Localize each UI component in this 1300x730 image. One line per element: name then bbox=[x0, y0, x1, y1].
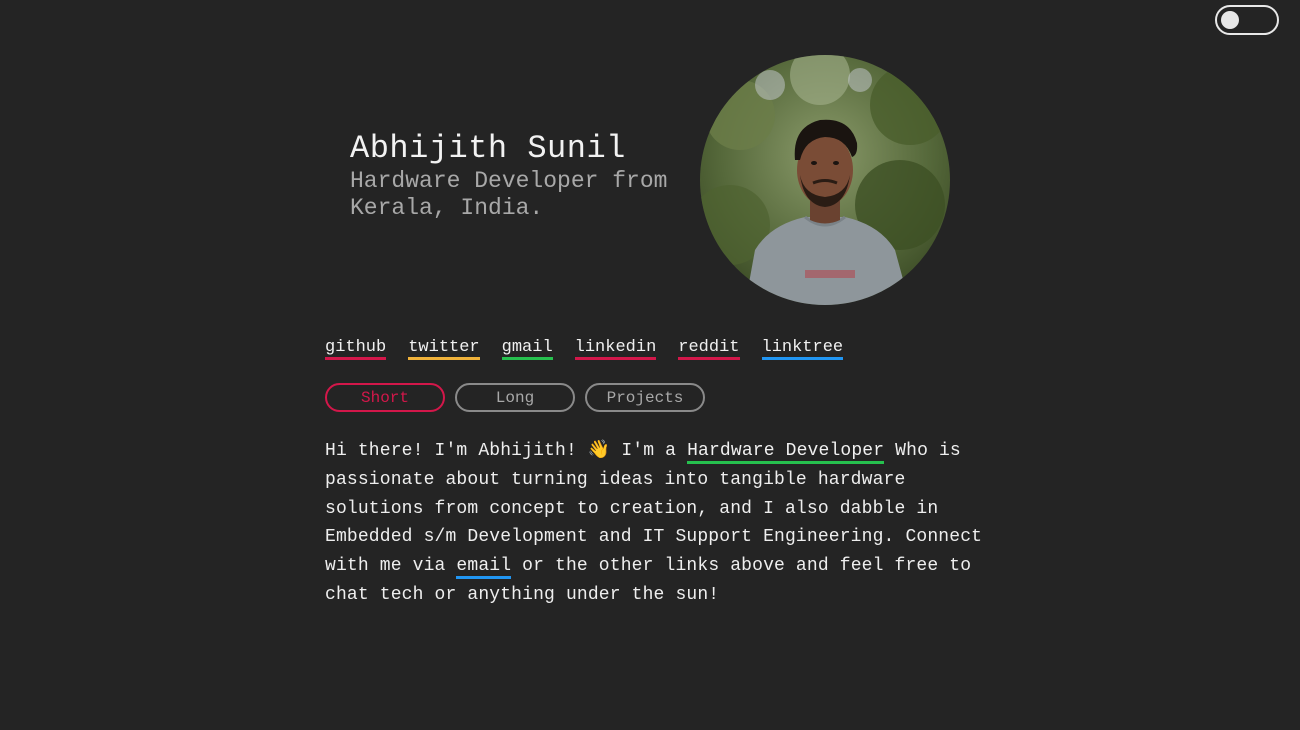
link-gmail[interactable]: gmail bbox=[501, 338, 553, 360]
hardware-developer-link[interactable]: Hardware Developer bbox=[687, 441, 885, 464]
toggle-knob-icon bbox=[1221, 11, 1239, 29]
profile-subtitle: Hardware Developer from Kerala, India. bbox=[350, 168, 668, 221]
avatar bbox=[700, 55, 950, 305]
tab-short[interactable]: Short bbox=[325, 383, 445, 412]
bio-text: Hi there! I'm Abhijith! 👋 I'm a Hardware… bbox=[325, 437, 985, 610]
profile-photo-icon bbox=[700, 55, 950, 305]
tab-long[interactable]: Long bbox=[455, 383, 575, 412]
link-linkedin[interactable]: linkedin bbox=[574, 338, 657, 360]
email-link[interactable]: email bbox=[456, 556, 512, 580]
theme-toggle[interactable] bbox=[1215, 5, 1279, 35]
bio-text-part1: Hi there! I'm Abhijith! 👋 I'm a bbox=[325, 441, 688, 461]
link-reddit[interactable]: reddit bbox=[678, 338, 740, 360]
bio-tabs: Short Long Projects bbox=[325, 383, 705, 412]
link-linktree[interactable]: linktree bbox=[761, 338, 844, 360]
profile-name: Abhijith Sunil bbox=[350, 130, 626, 167]
tab-projects[interactable]: Projects bbox=[585, 383, 705, 412]
link-twitter[interactable]: twitter bbox=[408, 338, 480, 360]
link-github[interactable]: github bbox=[325, 338, 387, 360]
social-links: github twitter gmail linkedin reddit lin… bbox=[325, 338, 844, 360]
